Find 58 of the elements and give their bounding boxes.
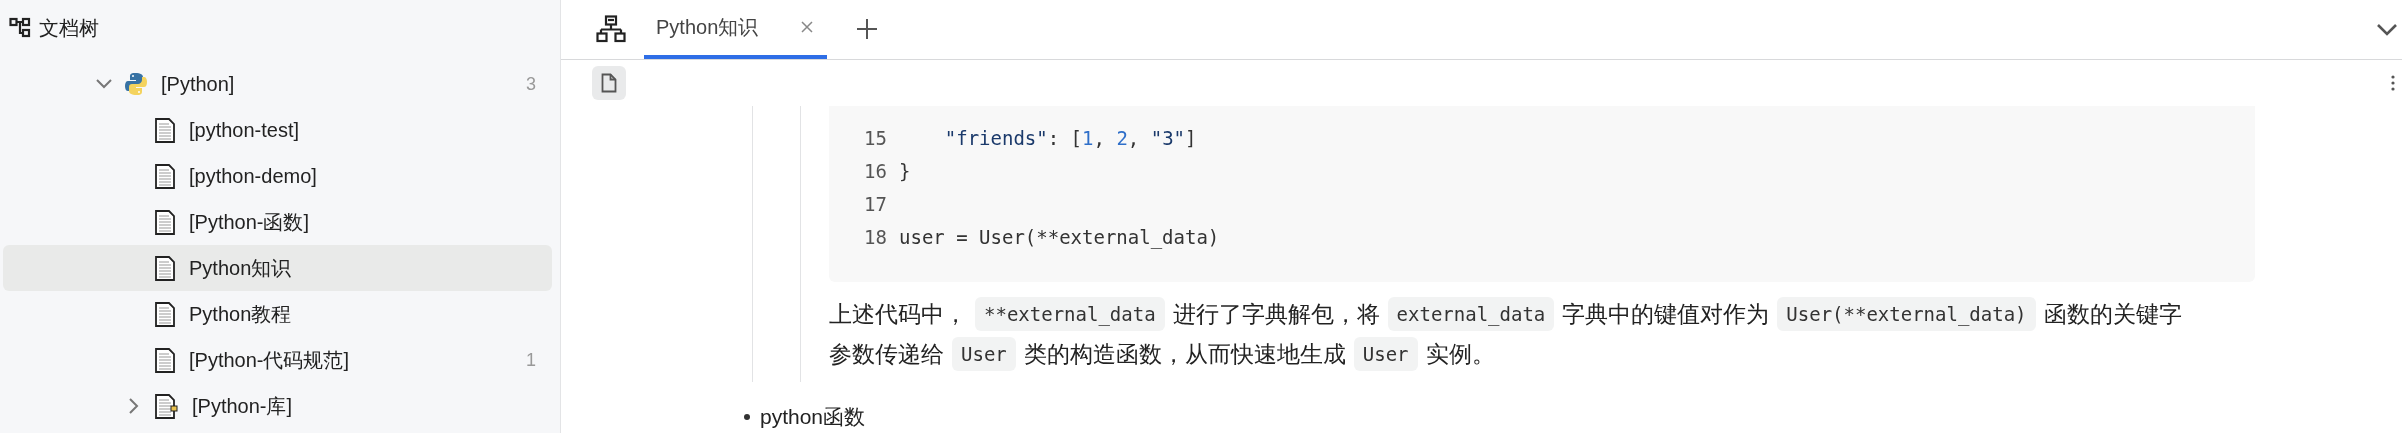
tree-item[interactable]: [python-test]: [3, 107, 552, 153]
line-number: 15: [863, 126, 888, 152]
tree-item-label: Python知识: [189, 256, 292, 281]
tree-item[interactable]: [Python-函数]: [3, 199, 552, 245]
inline-code: external_data: [1387, 296, 1555, 332]
inline-code: **external_data: [975, 296, 1165, 332]
tree-item[interactable]: [Python-库]: [3, 383, 552, 429]
paragraph-text: 上述代码中，: [829, 299, 967, 329]
paragraph-text: 实例。: [1425, 339, 1495, 369]
line-number: 17: [863, 192, 888, 218]
tree-item-label: [Python-库]: [192, 394, 293, 419]
tree-item-label: Python教程: [189, 302, 292, 327]
tab-label: Python知识: [656, 15, 759, 40]
document-icon: [601, 73, 617, 93]
bullet-icon: [744, 414, 750, 420]
code-line: user = User(**external_data): [899, 225, 1220, 251]
tab[interactable]: Python知识: [644, 0, 827, 59]
tree-item[interactable]: [Python-代码规范] 1: [3, 337, 552, 383]
paragraph-text: 进行了字典解包，将: [1172, 299, 1380, 329]
document-icon: [155, 163, 175, 189]
paragraph-text: 类的构造函数，从而快速地生成: [1023, 339, 1346, 369]
tree-item-label: [python-demo]: [189, 164, 317, 189]
inline-code: User(**external_data): [1777, 296, 2036, 332]
document-icon: [155, 347, 175, 373]
inline-code: User: [1353, 336, 1418, 372]
tree-item[interactable]: [python-demo]: [3, 153, 552, 199]
document-button[interactable]: [592, 66, 626, 100]
sitemap-icon[interactable]: [596, 15, 626, 43]
chevron-down-icon[interactable]: [2376, 22, 2398, 37]
sidebar-title: 文档树: [39, 16, 99, 41]
inline-code: User: [952, 336, 1016, 372]
paragraph-text: 字典中的键值对作为: [1562, 299, 1770, 329]
tree-item-label: [python-test]: [189, 118, 300, 143]
tree-item-label: [Python]: [161, 72, 235, 97]
paragraph-text: 参数传递给: [829, 339, 944, 369]
line-number: 18: [863, 225, 888, 251]
plus-icon: [856, 18, 878, 40]
paragraph-text: 函数的关键字: [2043, 299, 2182, 329]
code-line: }: [899, 159, 911, 185]
document-icon: [155, 393, 178, 419]
tree-icon: [9, 17, 33, 39]
line-number: 16: [863, 159, 888, 185]
document-icon: [155, 117, 175, 143]
python-icon: [125, 72, 147, 96]
tree-item[interactable]: Python知识: [3, 245, 552, 291]
tree-item[interactable]: Python教程: [3, 291, 552, 337]
more-vertical-icon[interactable]: [2390, 75, 2396, 91]
document-icon: [155, 255, 175, 281]
count-text: 1: [526, 348, 536, 372]
document-icon: [155, 209, 175, 235]
tree-item[interactable]: [Python] 3: [3, 61, 552, 107]
count-text: 3: [526, 72, 536, 96]
list-item-text: python函数: [760, 404, 866, 430]
tree-item-label: [Python-代码规范]: [189, 348, 350, 373]
tree-item-label: [Python-函数]: [189, 210, 310, 235]
document-icon: [155, 301, 175, 327]
code-line: "friends": [1, 2, "3"]: [943, 126, 1197, 152]
close-icon[interactable]: [801, 21, 813, 33]
